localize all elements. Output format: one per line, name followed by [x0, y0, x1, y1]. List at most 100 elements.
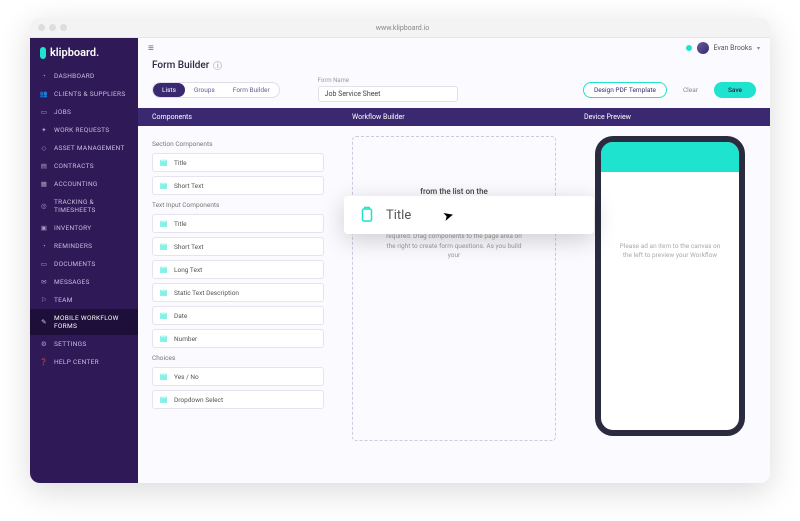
- sidebar-item-messages[interactable]: ✉MESSAGES: [30, 273, 138, 291]
- sidebar-item-dashboard[interactable]: ◔DASHBOARD: [30, 67, 138, 85]
- group-choices-label: Choices: [152, 354, 324, 362]
- clipboard-icon: ▤: [159, 372, 168, 381]
- wrench-icon: ✦: [40, 126, 48, 134]
- brand-name: klipboard.: [50, 46, 99, 59]
- minimize-dot[interactable]: [49, 24, 56, 31]
- workflow-builder-panel: from the list on the left to build or ed…: [338, 126, 570, 483]
- col-header-components: Components: [138, 108, 338, 126]
- team-icon: ⚐: [40, 296, 48, 304]
- col-header-workflow: Workflow Builder: [338, 108, 570, 126]
- sidebar-item-accounting[interactable]: ▦ACCOUNTING: [30, 175, 138, 193]
- briefcase-icon: ▭: [40, 108, 48, 116]
- device-placeholder-text: Please ad an item to the canvas on the l…: [601, 172, 739, 260]
- info-icon[interactable]: i: [213, 61, 222, 70]
- form-name-input[interactable]: [318, 86, 458, 102]
- help-icon: ❓: [40, 358, 48, 366]
- user-name: Evan Brooks: [714, 44, 752, 52]
- bell-icon: ◔: [40, 242, 48, 250]
- device-preview-panel: Please ad an item to the canvas on the l…: [570, 126, 770, 483]
- pencil-icon: ✎: [40, 318, 48, 326]
- component-ti-date[interactable]: ▤Date: [152, 306, 324, 325]
- sidebar-item-mobile-workflow-forms[interactable]: ✎MOBILE WORKFLOW FORMS: [30, 309, 138, 335]
- workflow-dropzone[interactable]: from the list on the left to build or ed…: [352, 136, 556, 441]
- sidebar-item-inventory[interactable]: ▣INVENTORY: [30, 219, 138, 237]
- window-controls[interactable]: [38, 24, 67, 31]
- sidebar-item-clients[interactable]: 👥CLIENTS & SUPPLIERS: [30, 85, 138, 103]
- tab-lists[interactable]: Lists: [153, 83, 185, 97]
- dragging-component-label: Title: [386, 208, 411, 223]
- group-textinput-label: Text Input Components: [152, 201, 324, 209]
- clipboard-icon: ▤: [159, 219, 168, 228]
- sidebar-item-tracking[interactable]: ◎TRACKING & TIMESHEETS: [30, 193, 138, 219]
- device-statusbar: [601, 142, 739, 172]
- save-button[interactable]: Save: [714, 82, 756, 98]
- workspace: Section Components ▤Title ▤Short Text Te…: [138, 126, 770, 483]
- avatar: [697, 42, 709, 54]
- sidebar-item-team[interactable]: ⚐TEAM: [30, 291, 138, 309]
- tab-form-builder[interactable]: Form Builder: [224, 83, 279, 97]
- file-icon: ▤: [40, 162, 48, 170]
- gear-icon: ⚙: [40, 340, 48, 348]
- sidebar-item-reminders[interactable]: ◔REMINDERS: [30, 237, 138, 255]
- clipboard-icon: ▤: [159, 265, 168, 274]
- clipboard-icon: ▤: [159, 181, 168, 190]
- form-name-label: Form Name: [318, 77, 458, 84]
- map-pin-icon: ◎: [40, 202, 48, 210]
- design-pdf-button[interactable]: Design PDF Template: [583, 82, 667, 98]
- menu-toggle-icon[interactable]: ≡: [148, 43, 154, 54]
- col-header-device: Device Preview: [570, 108, 770, 126]
- sidebar-item-documents[interactable]: ▭DOCUMENTS: [30, 255, 138, 273]
- component-ti-long-text[interactable]: ▤Long Text: [152, 260, 324, 279]
- page-title: Form Builder i: [152, 60, 756, 71]
- component-dropdown-select[interactable]: ▤Dropdown Select: [152, 390, 324, 409]
- users-icon: 👥: [40, 90, 48, 98]
- browser-window: www.klipboard.io klipboard. ◔DASHBOARD 👥…: [30, 18, 770, 483]
- clipboard-icon: ▤: [159, 311, 168, 320]
- clipboard-icon: ▤: [159, 158, 168, 167]
- status-indicator-icon: [686, 45, 692, 51]
- brand[interactable]: klipboard.: [30, 38, 138, 67]
- clipboard-icon: ▤: [159, 395, 168, 404]
- dragging-component-card[interactable]: Title: [344, 196, 594, 234]
- sidebar: klipboard. ◔DASHBOARD 👥CLIENTS & SUPPLIE…: [30, 38, 138, 483]
- builder-tabs: Lists Groups Form Builder: [152, 82, 280, 98]
- sidebar-item-settings[interactable]: ⚙SETTINGS: [30, 335, 138, 353]
- sidebar-item-jobs[interactable]: ▭JOBS: [30, 103, 138, 121]
- clipboard-icon: ▤: [159, 288, 168, 297]
- component-ti-number[interactable]: ▤Number: [152, 329, 324, 348]
- zoom-dot[interactable]: [60, 24, 67, 31]
- column-headers: Components Workflow Builder Device Previ…: [138, 108, 770, 126]
- component-ti-title[interactable]: ▤Title: [152, 214, 324, 233]
- user-menu[interactable]: Evan Brooks ▾: [686, 42, 760, 54]
- clipboard-icon: ▤: [159, 334, 168, 343]
- cube-icon: ◇: [40, 144, 48, 152]
- sidebar-item-assets[interactable]: ◇ASSET MANAGEMENT: [30, 139, 138, 157]
- topbar: ≡ Evan Brooks ▾: [138, 38, 770, 58]
- gauge-icon: ◔: [40, 72, 48, 80]
- calculator-icon: ▦: [40, 180, 48, 188]
- component-ti-short-text[interactable]: ▤Short Text: [152, 237, 324, 256]
- main-content: ≡ Evan Brooks ▾ Form Builder i Lists Gro…: [138, 38, 770, 483]
- sidebar-item-contracts[interactable]: ▤CONTRACTS: [30, 157, 138, 175]
- address-bar[interactable]: www.klipboard.io: [67, 24, 738, 32]
- device-frame: Please ad an item to the canvas on the l…: [595, 136, 745, 436]
- sidebar-nav: ◔DASHBOARD 👥CLIENTS & SUPPLIERS ▭JOBS ✦W…: [30, 67, 138, 371]
- sidebar-item-help[interactable]: ❓HELP CENTER: [30, 353, 138, 371]
- box-icon: ▣: [40, 224, 48, 232]
- component-yes-no[interactable]: ▤Yes / No: [152, 367, 324, 386]
- brand-logo-icon: [40, 47, 46, 59]
- chat-icon: ✉: [40, 278, 48, 286]
- clipboard-icon: [358, 206, 376, 224]
- components-panel: Section Components ▤Title ▤Short Text Te…: [138, 126, 338, 483]
- component-short-text[interactable]: ▤Short Text: [152, 176, 324, 195]
- component-ti-static-desc[interactable]: ▤Static Text Description: [152, 283, 324, 302]
- component-title[interactable]: ▤Title: [152, 153, 324, 172]
- chevron-down-icon: ▾: [757, 45, 760, 52]
- close-dot[interactable]: [38, 24, 45, 31]
- tab-groups[interactable]: Groups: [185, 83, 224, 97]
- browser-titlebar: www.klipboard.io: [30, 18, 770, 38]
- group-section-label: Section Components: [152, 140, 324, 148]
- clear-button[interactable]: Clear: [673, 82, 708, 98]
- sidebar-item-work-requests[interactable]: ✦WORK REQUESTS: [30, 121, 138, 139]
- page-header: Form Builder i Lists Groups Form Builder…: [138, 58, 770, 108]
